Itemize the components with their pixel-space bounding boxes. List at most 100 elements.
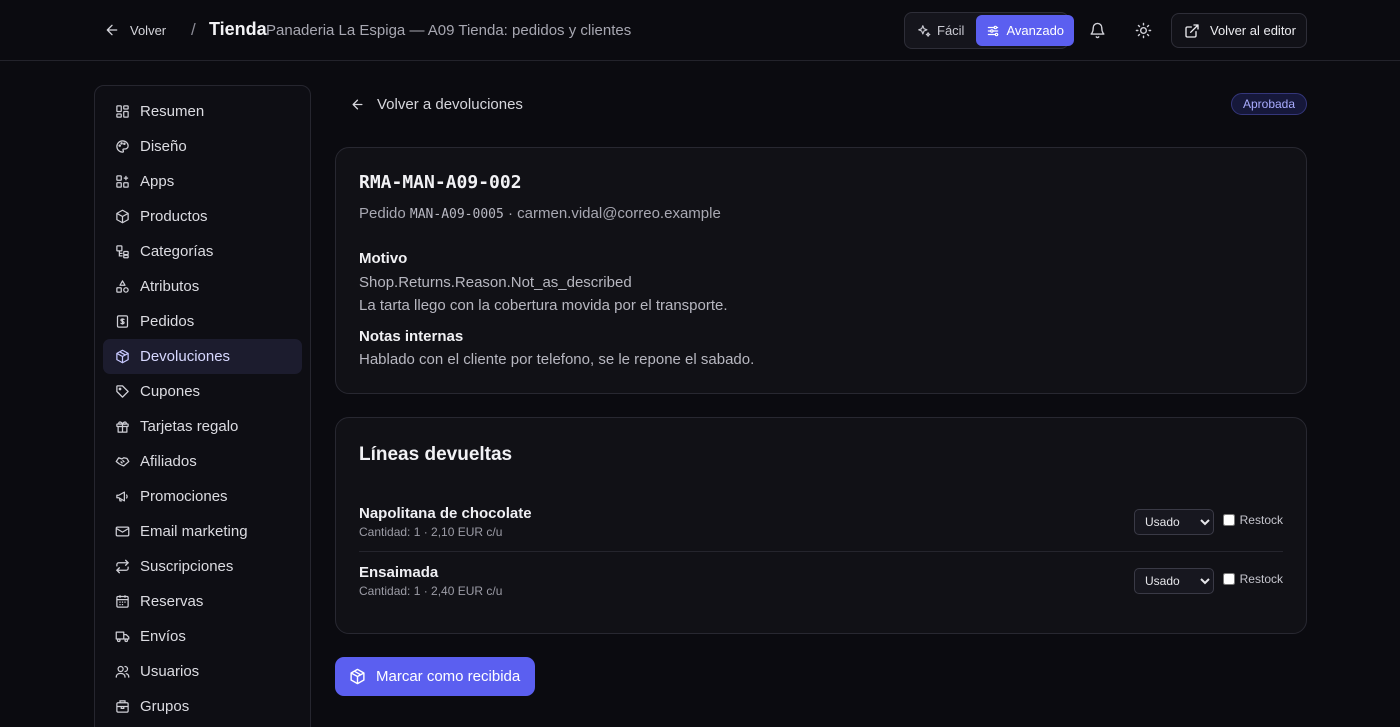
back-to-editor-button[interactable]: Volver al editor xyxy=(1171,13,1307,48)
megaphone-icon xyxy=(116,491,128,502)
sidebar-item-productos[interactable]: Productos xyxy=(103,199,302,234)
line-quantity-price: Cantidad: 1 · 2,10 EUR c/u xyxy=(359,525,503,539)
sidebar-item-label: Email marketing xyxy=(140,523,248,540)
sidebar-item-label: Cupones xyxy=(140,383,201,400)
sliders-icon xyxy=(988,25,999,36)
store-subtitle: Panaderia La Espiga — A09 Tienda: pedido… xyxy=(266,22,632,39)
sidebar-item-categorias[interactable]: Categorías xyxy=(103,234,302,269)
sidebar-item-suscripciones[interactable]: Suscripciones xyxy=(103,549,302,584)
sidebar-item-label: Usuarios xyxy=(140,663,200,680)
sidebar-item-label: Atributos xyxy=(140,278,200,295)
returned-lines-card: Líneas devueltas Napolitana de chocolate… xyxy=(335,417,1307,634)
mark-received-label: Marcar como recibida xyxy=(376,668,521,685)
breadcrumb-separator: / xyxy=(191,20,196,39)
mode-easy-button[interactable]: Fácil xyxy=(907,15,974,46)
sidebar-item-cupones[interactable]: Cupones xyxy=(103,374,302,409)
reason-key: Shop.Returns.Reason.Not_as_described xyxy=(359,274,632,291)
sidebar-item-label: Grupos xyxy=(140,698,190,715)
sidebar-item-resumen[interactable]: Resumen xyxy=(103,94,302,129)
table-row: Napolitana de chocolate Cantidad: 1 · 2,… xyxy=(359,493,1283,552)
reason-title: Motivo xyxy=(359,250,408,267)
sidebar-item-promociones[interactable]: Promociones xyxy=(103,479,302,514)
line-product-name: Ensaimada xyxy=(359,564,439,581)
sidebar-item-label: Pedidos xyxy=(140,313,195,330)
notes-title: Notas internas xyxy=(359,328,464,345)
sidebar-item-usuarios[interactable]: Usuarios xyxy=(103,654,302,689)
sidebar-item-atributos[interactable]: Atributos xyxy=(103,269,302,304)
sidebar-item-afiliados[interactable]: Afiliados xyxy=(103,444,302,479)
palette-icon xyxy=(116,140,129,153)
truck-icon xyxy=(115,631,130,643)
sidebar-item-label: Suscripciones xyxy=(140,558,234,575)
status-badge: Aprobada xyxy=(1231,93,1307,115)
sidebar-item-diseno[interactable]: Diseño xyxy=(103,129,302,164)
back-to-editor-label: Volver al editor xyxy=(1210,23,1296,38)
sidebar-item-label: Envíos xyxy=(140,628,186,645)
sidebar-item-email-marketing[interactable]: Email marketing xyxy=(103,514,302,549)
sidebar-item-label: Tarjetas regalo xyxy=(140,418,239,435)
building-icon xyxy=(116,700,129,713)
sidebar-item-apps[interactable]: Apps xyxy=(103,164,302,199)
package-return-icon xyxy=(116,349,129,364)
restock-checkbox[interactable] xyxy=(1222,514,1235,526)
returned-lines-title: Líneas devueltas xyxy=(359,444,513,465)
line-product-name: Napolitana de chocolate xyxy=(359,505,532,522)
sparkles-icon xyxy=(918,24,931,37)
dashboard-icon xyxy=(116,105,129,118)
sidebar-item-label: Devoluciones xyxy=(140,348,231,365)
notes-text: Hablado con el cliente por telefono, se … xyxy=(359,351,755,368)
back-label: Volver xyxy=(130,22,167,38)
back-to-returns-label: Volver a devoluciones xyxy=(377,95,523,113)
restock-toggle[interactable]: Restock xyxy=(1222,572,1283,586)
theme-toggle-button[interactable] xyxy=(1131,18,1155,42)
reason-text: La tarta llego con la cobertura movida p… xyxy=(359,297,728,314)
arrow-left-icon xyxy=(106,24,118,36)
apps-icon xyxy=(116,175,129,188)
users-icon xyxy=(115,665,130,678)
back-to-returns-link[interactable]: Volver a devoluciones xyxy=(350,94,523,114)
repeat-icon xyxy=(116,559,129,574)
sidebar: Resumen Diseño Apps Productos Categorías… xyxy=(94,85,311,727)
sidebar-item-label: Afiliados xyxy=(140,453,197,470)
order-separator: · xyxy=(507,205,513,222)
sidebar-item-label: Apps xyxy=(140,173,175,190)
restock-checkbox[interactable] xyxy=(1222,573,1235,585)
restock-toggle[interactable]: Restock xyxy=(1222,513,1283,527)
mode-advanced-label: Avanzado xyxy=(1006,23,1065,38)
return-detail-card: RMA-MAN-A09-002 Pedido MAN-A09-0005 · ca… xyxy=(335,147,1307,394)
condition-select[interactable]: Usado xyxy=(1134,509,1214,535)
sidebar-item-devoluciones[interactable]: Devoluciones xyxy=(103,339,302,374)
sidebar-item-label: Reservas xyxy=(140,593,204,610)
sun-icon xyxy=(1135,22,1151,38)
arrow-left-icon xyxy=(352,99,363,109)
order-prefix: Pedido xyxy=(359,205,406,222)
shapes-icon xyxy=(116,280,129,293)
sidebar-item-label: Promociones xyxy=(140,488,228,505)
mode-advanced-button[interactable]: Avanzado xyxy=(976,15,1075,46)
sidebar-item-tarjetas-regalo[interactable]: Tarjetas regalo xyxy=(103,409,302,444)
mail-icon xyxy=(115,526,130,537)
mode-toggle: Fácil Avanzado xyxy=(904,12,1075,49)
sidebar-item-envios[interactable]: Envíos xyxy=(103,619,302,654)
sidebar-item-reservas[interactable]: Reservas xyxy=(103,584,302,619)
sidebar-item-pedidos[interactable]: Pedidos xyxy=(103,304,302,339)
tag-icon xyxy=(116,385,129,398)
condition-select[interactable]: Usado xyxy=(1134,568,1214,594)
restock-label: Restock xyxy=(1239,572,1283,586)
restock-label: Restock xyxy=(1239,513,1283,527)
calendar-icon xyxy=(116,595,129,608)
notifications-button[interactable] xyxy=(1085,18,1109,42)
sidebar-item-label: Productos xyxy=(140,208,208,225)
back-button[interactable]: Volver xyxy=(104,19,166,41)
customer-email: carmen.vidal@correo.example xyxy=(517,205,721,222)
package-check-icon xyxy=(350,668,365,685)
rma-number: RMA-MAN-A09-002 xyxy=(359,172,522,193)
sidebar-item-label: Resumen xyxy=(140,103,205,120)
bell-icon xyxy=(1089,22,1105,38)
sidebar-item-grupos[interactable]: Grupos xyxy=(103,689,302,724)
sidebar-item-label: Categorías xyxy=(140,243,214,260)
mark-received-button[interactable]: Marcar como recibida xyxy=(335,657,535,696)
top-bar: Volver / Tienda Panaderia La Espiga — A0… xyxy=(0,0,1400,61)
sidebar-item-label: Diseño xyxy=(140,138,187,155)
categories-icon xyxy=(116,245,129,259)
